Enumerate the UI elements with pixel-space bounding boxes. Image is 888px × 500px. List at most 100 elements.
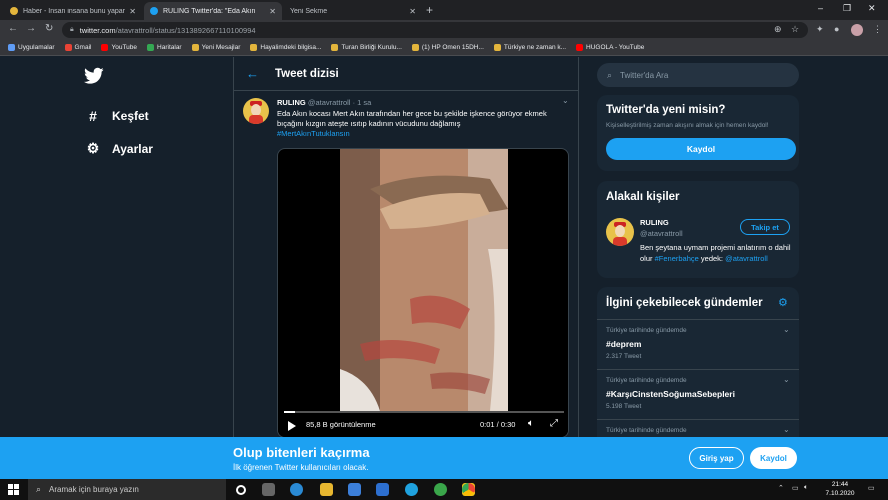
bookmark-messages[interactable]: Yeni Mesajlar [191, 44, 240, 51]
url-path: /atavrattroll/status/1313892667110100994 [115, 25, 256, 35]
tab-twitter[interactable]: RULING Twitter'da: "Eda Akın ✕ [144, 2, 282, 20]
chevron-down-icon[interactable]: ⌄ [783, 375, 790, 384]
volume-icon[interactable]: 🔈︎ [804, 484, 808, 492]
avatar[interactable] [606, 218, 634, 246]
video-controls: 85,8 B görüntülenme 0:01 / 0:30 🔈︎ ⤢ [278, 411, 568, 437]
bookmark-turan[interactable]: Turan Birliği Kurulu... [331, 44, 402, 51]
apps-grid-icon [8, 44, 15, 51]
close-tab-icon[interactable]: ✕ [409, 7, 416, 16]
task-view-icon[interactable] [262, 483, 275, 496]
gmail-icon [64, 44, 72, 51]
tweet-text: Eda Akın kocası Mert Akın tarafından her… [277, 109, 547, 138]
hashtag-link[interactable]: #MertAkınTutuklansın [277, 129, 350, 138]
gear-icon: ⚙︎ [86, 140, 100, 156]
signup-card-subtitle: Kişiselleştirilmiş zaman akışını almak i… [606, 122, 769, 129]
play-icon[interactable] [288, 421, 296, 431]
store-icon[interactable] [348, 483, 361, 496]
close-window-icon[interactable]: ✕ [868, 3, 876, 14]
windows-start-icon[interactable] [8, 484, 19, 495]
video-frame[interactable] [340, 149, 508, 411]
trend-item[interactable]: Türkiye tarihinde gündemde # ⌄ [597, 419, 799, 437]
related-title: Alakalı kişiler [606, 191, 680, 203]
address-bar[interactable]: 🔒︎ twitter.com/atavrattroll/status/13138… [62, 22, 808, 38]
trend-item[interactable]: Türkiye tarihinde gündemde #KarşıCinsten… [597, 369, 799, 419]
avatar[interactable] [243, 98, 269, 124]
youtube-icon [576, 44, 584, 51]
bio-hashtag-link[interactable]: #Fenerbahçe [655, 254, 699, 263]
related-handle[interactable]: @atavrattroll [640, 229, 683, 238]
app-icon[interactable] [434, 483, 447, 496]
taskbar-search[interactable]: ⌕ Aramak için buraya yazın [28, 479, 226, 500]
banner-signup-button[interactable]: Kaydol [750, 447, 797, 469]
search-box[interactable]: ⌕ [597, 63, 799, 87]
taskbar-clock[interactable]: 21:44 7.10.2020 [820, 480, 860, 498]
new-tab-icon[interactable]: + [426, 3, 433, 17]
related-name[interactable]: RULING [640, 218, 669, 227]
fullscreen-icon[interactable]: ⤢ [550, 418, 558, 429]
signup-button[interactable]: Kaydol [606, 138, 796, 160]
nav-settings[interactable]: ⚙︎ Ayarlar [86, 140, 153, 157]
reload-icon[interactable]: ↻ [45, 23, 53, 34]
url-host: twitter.com [79, 25, 116, 35]
tab-haber[interactable]: Haber - İnsan insana bunu yapar ✕ [4, 2, 142, 20]
tab-new[interactable]: Yeni Sekme ✕ [284, 2, 422, 20]
file-explorer-icon[interactable] [320, 483, 333, 496]
network-icon[interactable]: ▭ [792, 484, 799, 492]
profile-avatar[interactable] [851, 24, 863, 36]
settings-gear-icon[interactable]: ⚙︎ [778, 296, 788, 309]
bookmark-dream-pc[interactable]: Hayalimdeki bilgisa... [250, 44, 321, 51]
app-icon[interactable] [405, 483, 418, 496]
back-icon[interactable]: ← [8, 23, 18, 34]
bookmark-gmail[interactable]: Gmail [64, 44, 91, 51]
chrome-icon[interactable] [462, 483, 475, 496]
bookmark-apps[interactable]: Uygulamalar [8, 44, 55, 51]
author-handle[interactable]: @atavrattroll [308, 98, 351, 107]
main-column: ← Tweet dizisi RULING @atavrattroll · 1 … [233, 57, 579, 437]
mail-icon[interactable] [376, 483, 389, 496]
tweet-time[interactable]: · 1 sa [353, 98, 372, 107]
notifications-icon[interactable]: ▭ [868, 484, 875, 492]
close-tab-icon[interactable]: ✕ [269, 7, 276, 16]
thread-header: ← Tweet dizisi [234, 57, 578, 91]
twitter-logo-icon[interactable] [84, 67, 104, 85]
maximize-icon[interactable]: ❐ [843, 3, 851, 14]
volume-icon[interactable]: 🔈︎ [528, 418, 534, 429]
video-progress-bar[interactable] [284, 411, 564, 413]
youtube-icon [101, 44, 109, 51]
chevron-down-icon[interactable]: ⌄ [783, 425, 790, 434]
back-arrow-icon[interactable]: ← [246, 66, 259, 81]
video-thumbnail [340, 149, 508, 411]
twitter-page: # Keşfet ⚙︎ Ayarlar ← Tweet dizisi RULIN… [0, 57, 888, 437]
trends-title: İlgini çekebilecek gündemler [606, 297, 763, 309]
video-view-count: 85,8 B görüntülenme [306, 420, 376, 429]
extensions-icon[interactable]: ✦ [816, 24, 824, 35]
menu-icon[interactable]: ⋮ [873, 24, 882, 35]
windows-taskbar: ⌕ Aramak için buraya yazın ⌃ ▭ 🔈︎ 21:44 … [0, 479, 888, 500]
video-player[interactable]: 85,8 B görüntülenme 0:01 / 0:30 🔈︎ ⤢ [277, 148, 569, 437]
close-tab-icon[interactable]: ✕ [129, 7, 136, 16]
cortana-icon[interactable] [236, 485, 246, 495]
profile-icon[interactable]: ● [834, 24, 839, 34]
bookmark-hp-omen[interactable]: (1) HP Omen 15DH... [411, 44, 484, 51]
minimize-icon[interactable]: – [818, 3, 823, 13]
forward-icon[interactable]: → [26, 23, 36, 34]
login-button[interactable]: Giriş yap [689, 447, 744, 469]
trend-item[interactable]: Türkiye tarihinde gündemde #deprem 2.317… [597, 319, 799, 369]
cast-icon[interactable]: ⊕ [774, 24, 782, 35]
bio-handle-link[interactable]: @atavrattroll [725, 254, 768, 263]
tray-up-arrow-icon[interactable]: ⌃ [778, 484, 784, 492]
nav-explore[interactable]: # Keşfet [86, 108, 149, 124]
edge-icon[interactable] [290, 483, 303, 496]
bookmark-star-icon[interactable]: ☆ [791, 24, 799, 35]
author-name[interactable]: RULING [277, 98, 306, 107]
tweet-meta: RULING @atavrattroll · 1 sa [277, 98, 371, 107]
signup-card: Twitter'da yeni misin? Kişiselleştirilmi… [597, 95, 799, 171]
bookmark-turkiye[interactable]: Türkiye ne zaman k... [493, 44, 566, 51]
bookmark-youtube[interactable]: YouTube [101, 44, 137, 51]
bookmark-hugola[interactable]: HUGOLA - YouTube [576, 44, 644, 51]
chevron-down-icon[interactable]: ⌄ [783, 325, 790, 334]
chevron-down-icon[interactable]: ⌄ [562, 96, 569, 105]
follow-button[interactable]: Takip et [740, 219, 790, 235]
bookmark-maps[interactable]: Haritalar [147, 44, 182, 51]
search-input[interactable] [620, 70, 771, 80]
